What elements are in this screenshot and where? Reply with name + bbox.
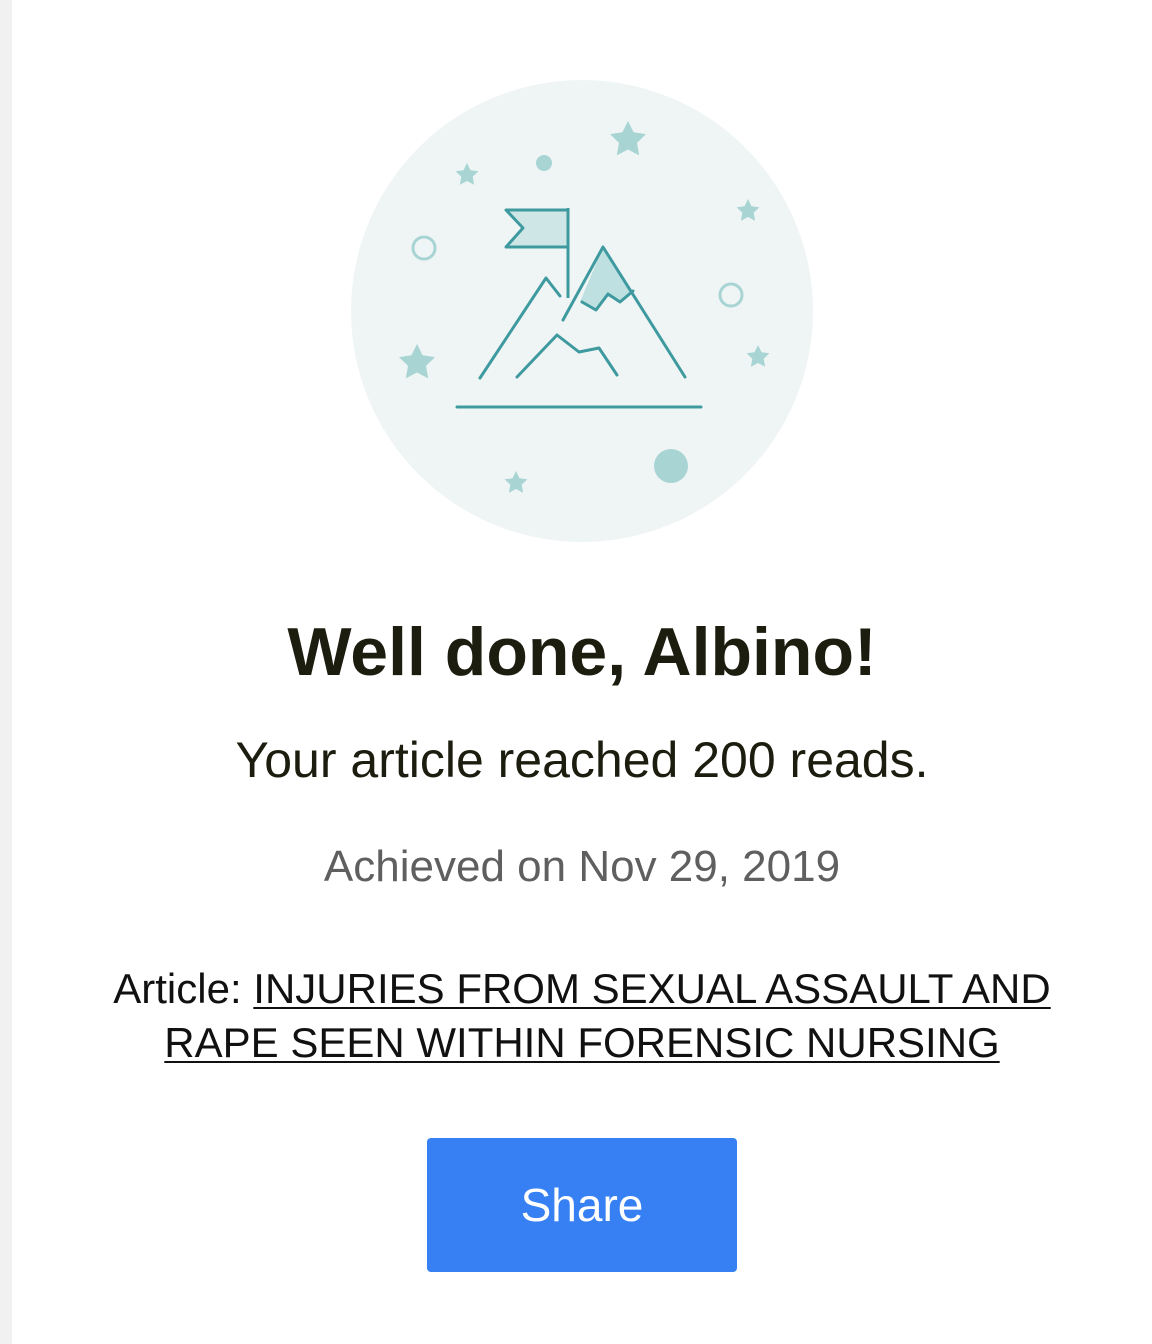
achieved-date: Achieved on Nov 29, 2019 [323, 842, 841, 891]
dot-icon [536, 155, 552, 171]
milestone-card: Well done, Albino! Your article reached … [12, 0, 1152, 1344]
milestone-description: Your article reached 200 reads. [235, 732, 929, 788]
article-line: Article: INJURIES FROM SEXUAL ASSAULT AN… [92, 962, 1072, 1070]
milestone-title: Well done, Albino! [287, 614, 877, 690]
article-title-link[interactable]: INJURIES FROM SEXUAL ASSAULT AND RAPE SE… [164, 965, 1050, 1066]
share-button[interactable]: Share [427, 1138, 737, 1272]
illustration-background [351, 80, 813, 542]
mountain-flag-achievement-icon [351, 80, 813, 542]
article-prefix-label: Article: [113, 965, 242, 1012]
dot-icon [654, 449, 688, 483]
